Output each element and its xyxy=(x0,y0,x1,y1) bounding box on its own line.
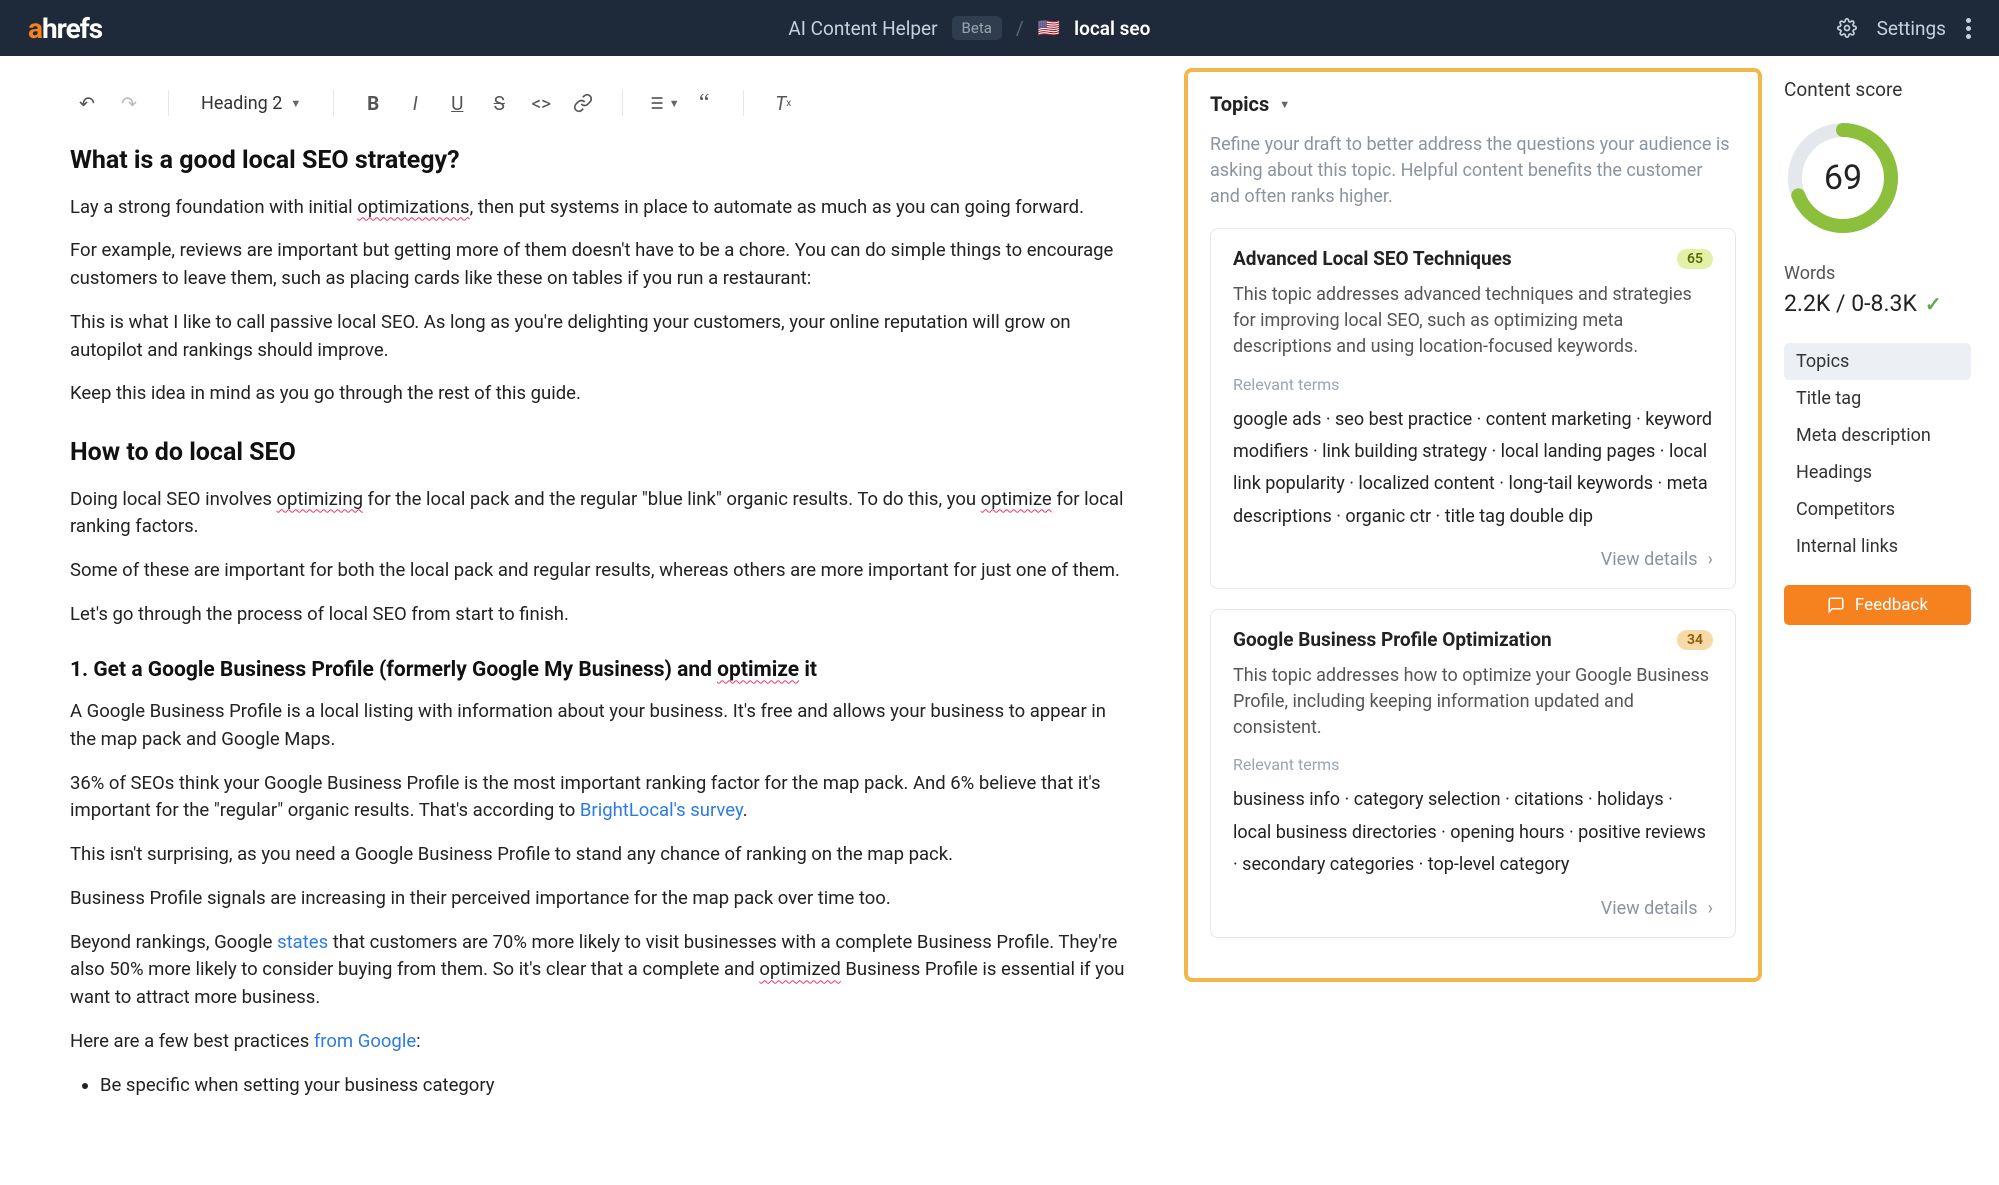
words-label: Words xyxy=(1784,263,1971,284)
underline-button[interactable]: U xyxy=(440,86,474,120)
beta-badge: Beta xyxy=(952,16,1002,40)
topic-title: Advanced Local SEO Techniques xyxy=(1233,247,1512,270)
feedback-label: Feedback xyxy=(1855,595,1928,615)
side-tab-topics[interactable]: Topics xyxy=(1784,343,1971,380)
heading-howto: How to do local SEO xyxy=(70,434,1134,472)
breadcrumb-app[interactable]: AI Content Helper xyxy=(788,17,937,40)
view-details-link[interactable]: View details› xyxy=(1233,549,1713,570)
caret-down-icon: ▼ xyxy=(290,97,301,110)
clear-format-button[interactable]: Tx xyxy=(766,86,800,120)
side-tab-internal-links[interactable]: Internal links xyxy=(1784,528,1971,565)
italic-button[interactable]: I xyxy=(398,86,432,120)
chevron-right-icon: › xyxy=(1708,898,1713,919)
list-item: Be specific when setting your business c… xyxy=(100,1072,1134,1100)
bold-button[interactable]: B xyxy=(356,86,390,120)
feedback-button[interactable]: Feedback xyxy=(1784,585,1971,625)
breadcrumb-separator: / xyxy=(1016,17,1024,40)
redo-button[interactable]: ↷ xyxy=(112,86,146,120)
caret-down-icon: ▼ xyxy=(1279,98,1290,111)
topic-card[interactable]: Advanced Local SEO Techniques 65 This to… xyxy=(1210,228,1736,589)
states-link[interactable]: states xyxy=(277,931,328,953)
code-button[interactable]: <> xyxy=(524,86,558,120)
topics-header[interactable]: Topics ▼ xyxy=(1210,92,1736,116)
breadcrumb-current[interactable]: local seo xyxy=(1074,17,1150,40)
editor-content[interactable]: What is a good local SEO strategy? Lay a… xyxy=(70,142,1134,1099)
heading-gbp: 1. Get a Google Business Profile (former… xyxy=(70,655,1134,687)
words-value: 2.2K / 0-8.3K ✓ xyxy=(1784,290,1971,317)
topic-description: This topic addresses advanced techniques… xyxy=(1233,282,1713,360)
strikethrough-button[interactable]: S xyxy=(482,86,516,120)
content-score-label: Content score xyxy=(1784,78,1971,101)
side-tabs: TopicsTitle tagMeta descriptionHeadingsC… xyxy=(1784,343,1971,565)
brightlocal-link[interactable]: BrightLocal's survey xyxy=(580,799,743,821)
chevron-right-icon: › xyxy=(1708,549,1713,570)
relevant-terms-label: Relevant terms xyxy=(1233,375,1713,394)
topics-panel: Topics ▼ Refine your draft to better add… xyxy=(1184,68,1762,982)
side-tab-title-tag[interactable]: Title tag xyxy=(1784,380,1971,417)
logo[interactable]: ahrefs xyxy=(28,12,102,45)
undo-button[interactable]: ↶ xyxy=(70,86,104,120)
more-menu-icon[interactable] xyxy=(1966,18,1971,39)
from-google-link[interactable]: from Google xyxy=(314,1030,416,1052)
topbar: ahrefs AI Content Helper Beta / 🇺🇸 local… xyxy=(0,0,1999,56)
topic-terms: google ads · seo best practice · content… xyxy=(1233,404,1713,534)
view-details-link[interactable]: View details› xyxy=(1233,898,1713,919)
list-button[interactable]: ▼ xyxy=(645,86,679,120)
score-panel: Content score 69 Words 2.2K / 0-8.3K ✓ T… xyxy=(1774,56,1999,1145)
topic-score-badge: 65 xyxy=(1677,249,1713,269)
heading-dropdown[interactable]: Heading 2 ▼ xyxy=(191,93,311,114)
heading-label: Heading 2 xyxy=(201,93,282,114)
topics-help-text: Refine your draft to better address the … xyxy=(1210,132,1736,210)
topic-score-badge: 34 xyxy=(1677,630,1713,650)
gear-icon[interactable] xyxy=(1837,18,1857,38)
side-tab-headings[interactable]: Headings xyxy=(1784,454,1971,491)
logo-rest: hrefs xyxy=(42,12,102,45)
logo-a: a xyxy=(28,12,42,45)
topbar-right: Settings xyxy=(1837,17,1971,40)
link-button[interactable] xyxy=(566,86,600,120)
topic-title: Google Business Profile Optimization xyxy=(1233,628,1552,651)
check-icon: ✓ xyxy=(1925,292,1942,316)
quote-button[interactable]: “ xyxy=(687,86,721,120)
editor-toolbar: ↶ ↷ Heading 2 ▼ B I U S <> ▼ “ Tx xyxy=(70,74,1134,142)
breadcrumb: AI Content Helper Beta / 🇺🇸 local seo xyxy=(102,16,1836,40)
side-tab-competitors[interactable]: Competitors xyxy=(1784,491,1971,528)
flag-icon: 🇺🇸 xyxy=(1038,18,1060,39)
settings-link[interactable]: Settings xyxy=(1877,17,1946,40)
score-value: 69 xyxy=(1784,119,1902,237)
topic-card[interactable]: Google Business Profile Optimization 34 … xyxy=(1210,609,1736,937)
heading-strategy: What is a good local SEO strategy? xyxy=(70,142,1134,180)
score-ring: 69 xyxy=(1784,119,1902,237)
topic-terms: business info · category selection · cit… xyxy=(1233,784,1713,881)
side-tab-meta-description[interactable]: Meta description xyxy=(1784,417,1971,454)
relevant-terms-label: Relevant terms xyxy=(1233,755,1713,774)
topic-description: This topic addresses how to optimize you… xyxy=(1233,663,1713,741)
